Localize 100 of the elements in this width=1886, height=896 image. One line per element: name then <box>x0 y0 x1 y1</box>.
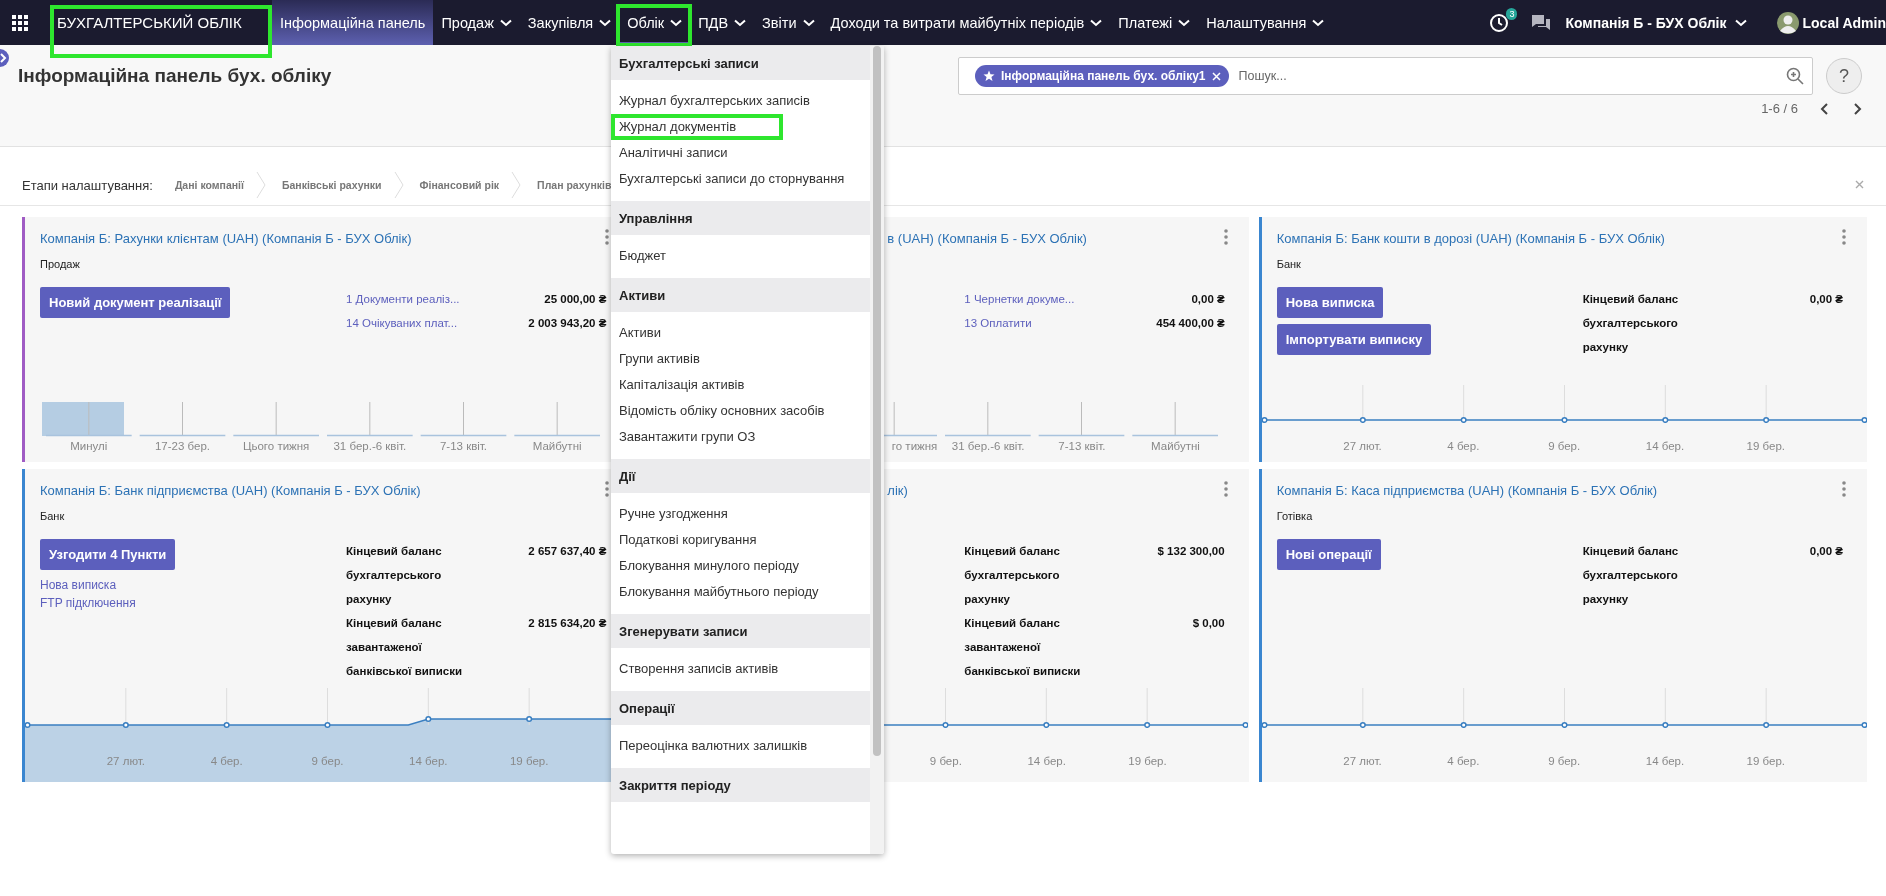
card-title[interactable]: Компанія Б: Рахунки клієнтам (UAH) (Компанія Б - БУХ Облік) <box>40 231 412 246</box>
journal-type: Банк <box>1275 258 1301 270</box>
kebab-menu-icon[interactable] <box>605 229 610 245</box>
action-button[interactable]: Імпортувати виписку <box>1276 324 1432 355</box>
data-point <box>1762 721 1769 728</box>
menu-item[interactable]: Аналітичні записи <box>611 144 728 162</box>
menu-item[interactable]: Бюджет <box>611 247 667 265</box>
chat-icon[interactable] <box>1531 13 1552 32</box>
nav-menu-item[interactable]: Інформаційна панель <box>272 0 434 45</box>
action-button[interactable]: Новий документ реалізації <box>40 287 231 318</box>
card-title[interactable]: Компанія Б: Каса підприємства (UAH) (Компанія Б - БУХ Облік) <box>1276 483 1658 498</box>
setup-step[interactable]: Банківські рахунки <box>281 179 382 191</box>
stat-link[interactable]: 14 Очікуваних плат... <box>346 311 458 335</box>
axis-label: 19 бер. <box>1746 439 1786 453</box>
axis-label: 14 бер. <box>409 754 448 768</box>
card-title[interactable]: Компанія Б: Банк кошти в дорозі (UAH) (Компанія Б - БУХ Облік) <box>1276 231 1665 246</box>
menu-item[interactable]: Групи активів <box>611 350 700 368</box>
data-point <box>122 721 129 729</box>
clock-icon[interactable] <box>1489 12 1510 33</box>
nav-menu-item[interactable]: Звіти <box>754 0 823 45</box>
nav-menu-item[interactable]: Доходи та витрати майбутніх періодів <box>822 0 1111 45</box>
action-button[interactable]: Нові операції <box>1276 539 1381 570</box>
menu-item[interactable]: Активи <box>611 324 661 342</box>
menu-item[interactable]: Блокування майбутнього періоду <box>611 583 819 601</box>
data-point <box>1561 721 1568 728</box>
axis-label: 27 лют. <box>106 754 145 768</box>
kebab-menu-icon[interactable] <box>1842 481 1846 497</box>
axis-label: 4 бер. <box>1447 754 1480 768</box>
chevron-right-icon[interactable] <box>1852 102 1862 115</box>
menu-item[interactable]: Відомість обліку основних засобів <box>611 402 825 420</box>
chevron-left-icon[interactable] <box>1820 102 1830 115</box>
data-point <box>1261 416 1268 423</box>
menu-section-header: Бухгалтерські записи <box>611 46 870 80</box>
setup-step[interactable]: Дані компанії <box>174 179 244 191</box>
nav-menu-item[interactable]: ПДВ <box>690 0 755 45</box>
kebab-menu-icon[interactable] <box>1223 481 1228 497</box>
search-icon[interactable] <box>1786 67 1804 85</box>
menu-item[interactable]: Журнал документів <box>611 114 783 140</box>
amount-value: $ 0,00 <box>1192 616 1225 631</box>
help-button[interactable]: ? <box>1826 58 1862 94</box>
axis-label: 9 бер. <box>1548 439 1581 453</box>
data-point <box>1359 721 1366 728</box>
kebab-menu-icon[interactable] <box>1842 229 1846 245</box>
avatar-icon[interactable] <box>1776 11 1799 34</box>
menu-item[interactable]: Переоцінка валютних залишків <box>611 737 808 755</box>
axis-label: 9 бер. <box>1548 754 1581 768</box>
stat-link[interactable]: 13 Оплатити <box>964 311 1032 335</box>
card-title[interactable]: лік) <box>887 483 908 498</box>
kebab-menu-icon[interactable] <box>1223 229 1228 245</box>
setup-step[interactable]: План рахунків <box>537 179 612 191</box>
nav-menu-item[interactable]: Платежі <box>1110 0 1199 45</box>
action-button[interactable]: Нова виписка <box>1276 287 1384 318</box>
scrollbar[interactable] <box>870 46 884 854</box>
journal-type: Продаж <box>39 258 80 270</box>
search-field[interactable]: Інформаційна панель бух. обліку1 Пошук... <box>958 57 1813 95</box>
axis-label: 7-13 квіт. <box>439 439 488 453</box>
axis-label: 19 бер. <box>509 754 549 768</box>
card-title[interactable]: Компанія Б: Банк підприємства (UAH) (Компанія Б - БУХ Облік) <box>40 483 421 498</box>
menu-item[interactable]: Ручне узгодження <box>611 505 728 523</box>
stat-link[interactable]: 1 Чернетки докуме... <box>964 287 1075 311</box>
kebab-menu-icon[interactable] <box>605 481 610 497</box>
close-icon[interactable] <box>1855 180 1864 189</box>
data-point <box>1661 416 1669 423</box>
setup-step[interactable]: Фінансовий рік <box>419 179 500 191</box>
app-title: БУХГАЛТЕРСЬКИЙ ОБЛІК <box>56 14 242 31</box>
axis-label: 9 бер. <box>929 754 962 768</box>
axis-label: 19 бер. <box>1746 754 1786 768</box>
nav-menu-item[interactable]: Продаж <box>433 0 520 45</box>
user-name[interactable]: Local Admin <box>1802 14 1886 31</box>
amount-value: 0,00 ₴ <box>1191 292 1225 307</box>
axis-label: 14 бер. <box>1027 754 1066 768</box>
axis-label: 9 бер. <box>311 754 344 768</box>
menu-item[interactable]: Податкові коригування <box>611 531 757 549</box>
card-link[interactable]: FTP підключення <box>40 594 136 612</box>
axis-label: 17-23 бер. <box>154 439 211 453</box>
caret-icon <box>670 18 683 27</box>
nav-menu-item[interactable]: Закупівля <box>519 0 620 45</box>
caret-icon <box>1090 18 1103 27</box>
axis-label: Минулі <box>70 439 108 453</box>
apps-grid-icon[interactable] <box>12 14 28 31</box>
card-link[interactable]: Нова виписка <box>40 576 117 594</box>
action-button[interactable]: Узгодити 4 Пункти <box>40 539 176 570</box>
nav-menu-item[interactable]: Налаштування <box>1198 0 1333 45</box>
card-title[interactable]: в (UAH) (Компанія Б - БУХ Облік) <box>887 231 1087 246</box>
caret-icon <box>1178 18 1191 27</box>
data-point <box>1359 416 1366 423</box>
data-point <box>942 721 949 728</box>
menu-item[interactable]: Бухгалтерські записи до сторнування <box>611 170 845 188</box>
menu-item[interactable]: Створення записів активів <box>611 660 779 678</box>
company-switcher[interactable]: Компанія Б - БУХ Облік <box>1565 14 1747 31</box>
filter-facet[interactable]: Інформаційна панель бух. обліку1 <box>975 65 1229 87</box>
menu-item[interactable]: Журнал бухгалтерських записів <box>611 92 810 110</box>
pager-value: 1-6 / 6 <box>1761 101 1798 116</box>
amount-value: 2 657 637,40 ₴ <box>528 544 607 559</box>
menu-item[interactable]: Капіталізація активів <box>611 376 745 394</box>
axis-label: Цього тижня <box>242 439 310 453</box>
stat-link[interactable]: 1 Документи реаліз... <box>346 287 460 311</box>
menu-item[interactable]: Завантажити групи ОЗ <box>611 428 756 446</box>
balance-label: Кінцевий баланс завантаженої банківської виписки <box>964 616 1082 679</box>
menu-item[interactable]: Блокування минулого періоду <box>611 557 799 575</box>
